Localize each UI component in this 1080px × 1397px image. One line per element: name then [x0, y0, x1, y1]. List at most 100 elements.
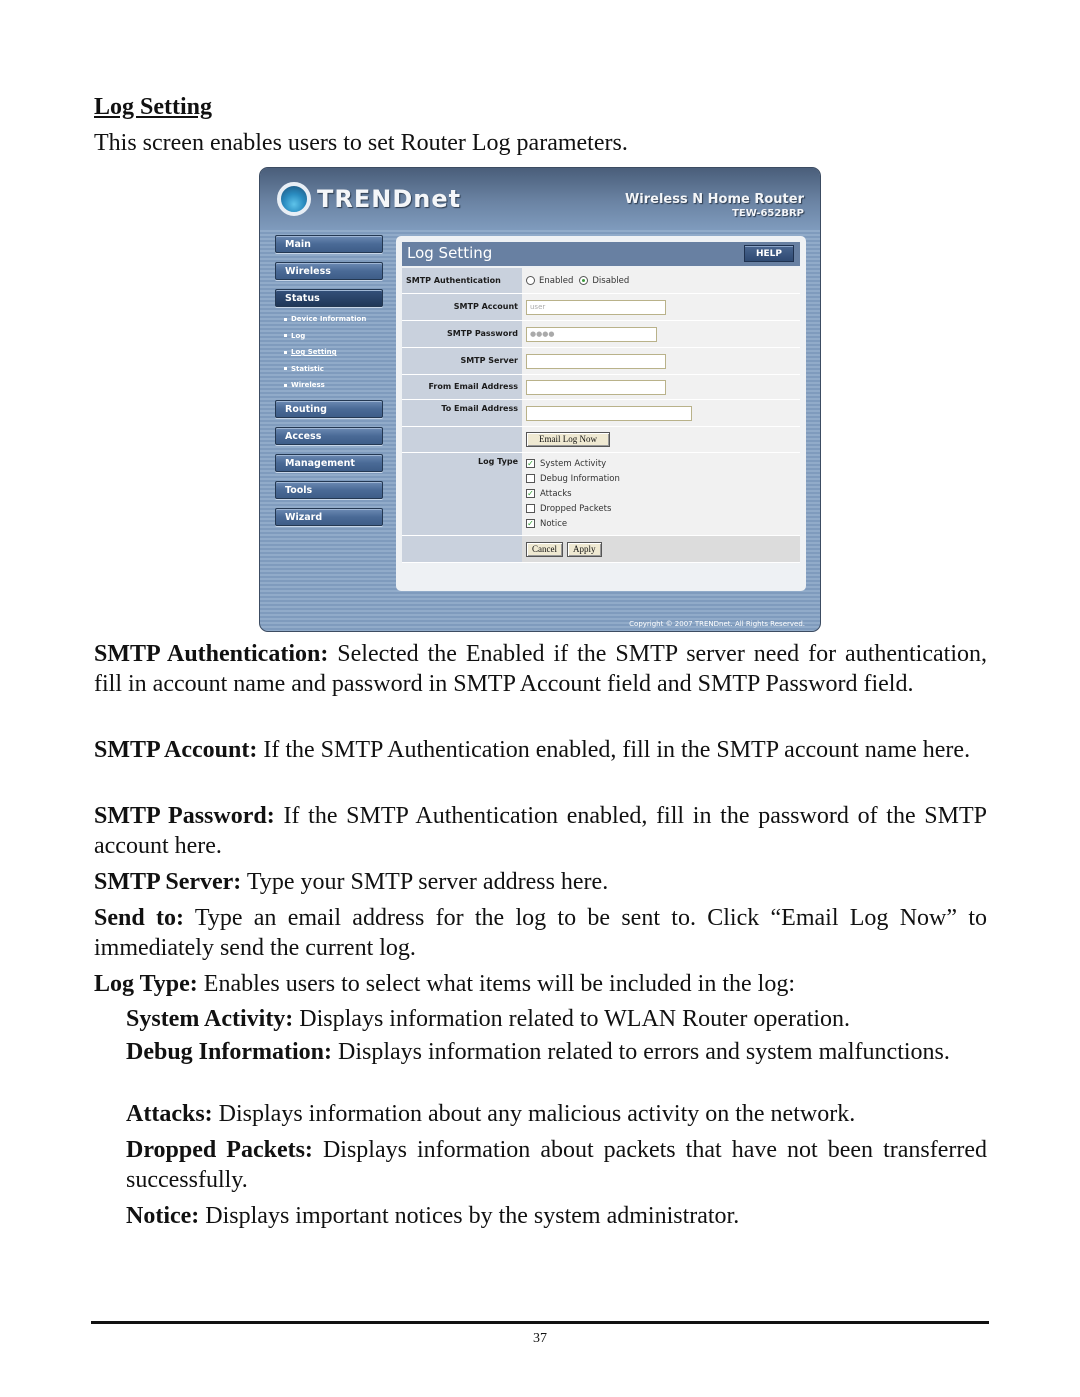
nav-main[interactable]: Main: [275, 235, 383, 253]
panel-header: Log Setting HELP: [402, 242, 800, 266]
product-name: Wireless N Home Router: [624, 192, 804, 207]
radio-enabled-label: Enabled: [539, 275, 574, 286]
bullet-icon: [284, 317, 287, 321]
log-type-system-activity[interactable]: ✓ System Activity: [526, 456, 606, 471]
desc-notice: Notice: Displays important notices by th…: [126, 1201, 987, 1231]
desc-term: Log Type:: [94, 971, 198, 997]
desc-text: Displays information related to WLAN Rou…: [293, 1006, 851, 1032]
intro-text: This screen enables users to set Router …: [94, 130, 628, 156]
radio-disabled[interactable]: [579, 276, 589, 285]
email-log-now-button[interactable]: Email Log Now: [526, 432, 610, 447]
apply-button[interactable]: Apply: [567, 541, 602, 557]
cancel-button[interactable]: Cancel: [526, 541, 563, 557]
bullet-icon: [284, 334, 287, 337]
from-email-input[interactable]: [526, 379, 666, 395]
desc-text: Displays information about any malicious…: [212, 1101, 856, 1127]
nav-status[interactable]: Status: [275, 289, 383, 307]
log-type-notice[interactable]: ✓ Notice: [526, 516, 567, 531]
desc-term: SMTP Authentication:: [94, 641, 329, 667]
trendnet-logo-icon: [277, 182, 311, 216]
desc-term: SMTP Server:: [94, 869, 242, 895]
checkbox-checked-icon[interactable]: ✓: [526, 489, 535, 498]
desc-system-activity: System Activity: Displays information re…: [126, 1004, 987, 1034]
log-type-debug-information[interactable]: Debug Information: [526, 471, 620, 486]
desc-term: Debug Information:: [126, 1039, 333, 1065]
checkbox-checked-icon[interactable]: ✓: [526, 459, 535, 468]
sidebar-nav: Main Wireless Status Device Information …: [275, 235, 383, 535]
subnav-label: Statistic: [291, 364, 324, 373]
footer-divider: [91, 1321, 989, 1324]
log-type-label: Log Type: [402, 453, 522, 535]
desc-smtp-account: SMTP Account: If the SMTP Authentication…: [94, 735, 987, 765]
help-button[interactable]: HELP: [744, 245, 794, 262]
desc-term: Notice:: [126, 1203, 200, 1229]
smtp-server-label: SMTP Server: [402, 348, 522, 374]
row-log-type: Log Type ✓ System Activity Debug Informat…: [402, 453, 800, 536]
nav-wireless[interactable]: Wireless: [275, 262, 383, 280]
desc-term: Attacks:: [126, 1101, 213, 1127]
log-type-label-text: System Activity: [540, 458, 607, 469]
smtp-password-input[interactable]: ●●●●: [526, 326, 657, 342]
desc-log-type: Log Type: Enables users to select what i…: [94, 969, 987, 999]
desc-term: SMTP Password:: [94, 803, 275, 829]
empty-label: [402, 427, 522, 452]
row-smtp-auth: SMTP Authentication Enabled Disabled: [402, 268, 800, 294]
smtp-account-label: SMTP Account: [402, 294, 522, 320]
nav-routing[interactable]: Routing: [275, 399, 383, 418]
desc-term: Dropped Packets:: [126, 1137, 313, 1163]
checkbox-unchecked-icon[interactable]: [526, 474, 535, 483]
desc-smtp-password: SMTP Password: If the SMTP Authenticatio…: [94, 801, 987, 861]
bullet-icon: [284, 367, 287, 370]
subnav-device-information[interactable]: Device Information: [284, 311, 383, 328]
to-email-input[interactable]: [526, 405, 692, 421]
row-to-email: To Email Address: [402, 400, 800, 427]
log-type-label-text: Attacks: [540, 488, 572, 499]
subnav-wireless[interactable]: Wireless: [284, 377, 383, 394]
subnav-statistic[interactable]: Statistic: [284, 361, 383, 378]
desc-text: If the SMTP Authentication enabled, fill…: [257, 737, 971, 763]
log-type-label-text: Dropped Packets: [540, 503, 612, 514]
desc-dropped-packets: Dropped Packets: Displays information ab…: [126, 1135, 987, 1195]
row-smtp-account: SMTP Account user: [402, 294, 800, 321]
log-type-dropped-packets[interactable]: Dropped Packets: [526, 501, 611, 516]
desc-term: SMTP Account:: [94, 737, 258, 763]
desc-term: Send to:: [94, 905, 184, 931]
nav-management[interactable]: Management: [275, 453, 383, 472]
desc-smtp-server: SMTP Server: Type your SMTP server addre…: [94, 867, 987, 897]
subnav-label: Log: [291, 331, 306, 340]
brand-name: TRENDnet: [317, 185, 462, 213]
smtp-auth-label: SMTP Authentication: [402, 268, 522, 293]
smtp-account-input[interactable]: user: [526, 299, 666, 315]
nav-wizard[interactable]: Wizard: [275, 507, 383, 526]
row-actions: Cancel Apply: [402, 536, 800, 563]
desc-debug-information: Debug Information: Displays information …: [126, 1037, 987, 1067]
log-setting-form: SMTP Authentication Enabled Disabled SMT…: [402, 268, 800, 563]
desc-text: Displays important notices by the system…: [199, 1203, 740, 1229]
status-submenu: Device Information Log Log Setting Stati…: [284, 311, 383, 394]
radio-enabled[interactable]: [526, 276, 535, 285]
desc-attacks: Attacks: Displays information about any …: [126, 1099, 987, 1129]
smtp-auth-options: Enabled Disabled: [522, 268, 800, 293]
log-type-attacks[interactable]: ✓ Attacks: [526, 486, 572, 501]
desc-smtp-authentication: SMTP Authentication: Selected the Enable…: [94, 639, 987, 699]
row-from-email: From Email Address: [402, 375, 800, 400]
smtp-password-label: SMTP Password: [402, 321, 522, 347]
desc-text: Enables users to select what items will …: [197, 971, 795, 997]
row-email-log-now: Email Log Now: [402, 427, 800, 453]
copyright-text: Copyright © 2007 TRENDnet. All Rights Re…: [629, 620, 805, 628]
content-panel: Log Setting HELP SMTP Authentication Ena…: [396, 236, 806, 591]
nav-tools[interactable]: Tools: [275, 480, 383, 499]
desc-text: Type your SMTP server address here.: [241, 869, 609, 895]
checkbox-unchecked-icon[interactable]: [526, 504, 535, 513]
product-info: Wireless N Home Router TEW-652BRP: [625, 192, 804, 220]
empty-label: [402, 536, 522, 562]
smtp-server-input[interactable]: [526, 353, 666, 369]
section-title: Log Setting: [94, 94, 213, 120]
trendnet-logo: TRENDnet: [277, 182, 461, 216]
desc-send-to: Send to: Type an email address for the l…: [94, 903, 987, 963]
nav-access[interactable]: Access: [275, 426, 383, 445]
subnav-log[interactable]: Log: [284, 328, 383, 345]
subnav-log-setting[interactable]: Log Setting: [284, 344, 383, 361]
checkbox-checked-icon[interactable]: ✓: [526, 519, 535, 528]
subnav-label: Wireless: [291, 381, 325, 389]
